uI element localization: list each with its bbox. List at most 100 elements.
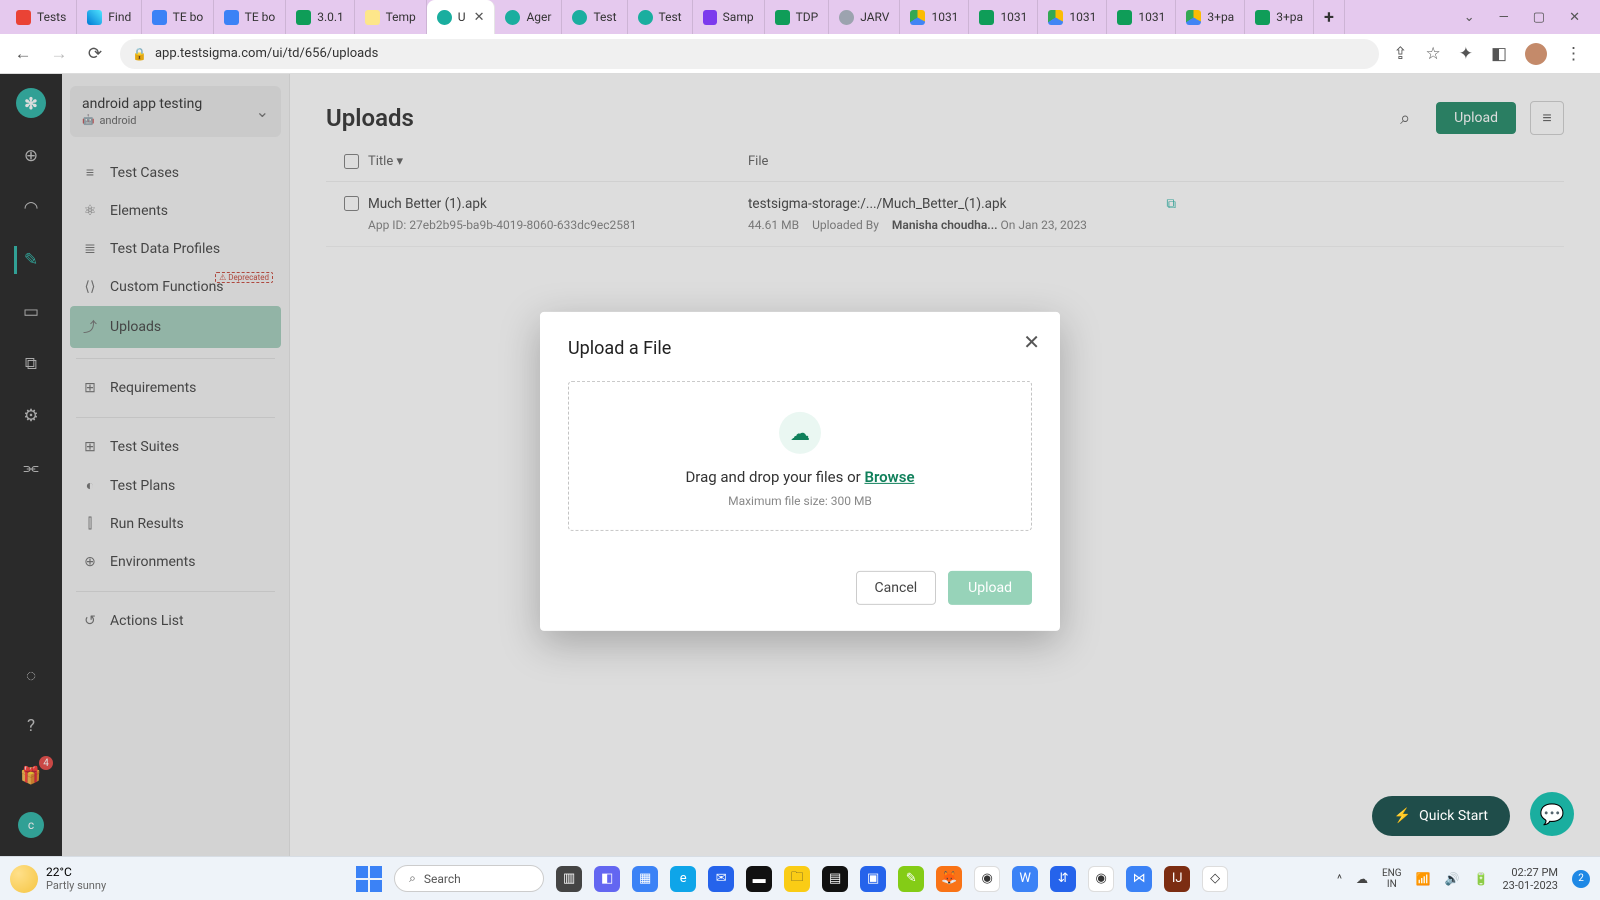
- favicon: [910, 10, 925, 25]
- task-view-icon[interactable]: ▥: [556, 866, 582, 892]
- start-button[interactable]: [356, 866, 382, 892]
- tab-label: 1031: [1069, 10, 1096, 24]
- explorer-icon[interactable]: 🗀: [784, 866, 810, 892]
- favicon: [224, 10, 238, 25]
- new-tab-button[interactable]: +: [1314, 0, 1345, 34]
- maximize-icon[interactable]: ▢: [1533, 10, 1545, 25]
- intellij-icon[interactable]: IJ: [1164, 866, 1190, 892]
- chrome2-icon[interactable]: ◉: [1088, 866, 1114, 892]
- url-text: app.testsigma.com/ui/td/656/uploads: [155, 46, 378, 61]
- clock[interactable]: 02:27 PM23-01-2023: [1502, 866, 1558, 892]
- browser-tab[interactable]: Samp: [693, 0, 765, 34]
- taskbar-app-5[interactable]: ◇: [1202, 866, 1228, 892]
- extensions-icon[interactable]: ✦: [1459, 44, 1473, 64]
- favicon: [152, 10, 166, 25]
- browser-addressbar: ← → ⟳ 🔒 app.testsigma.com/ui/td/656/uplo…: [0, 34, 1600, 74]
- sidepanel-icon[interactable]: ◧: [1491, 44, 1507, 64]
- browser-tab[interactable]: 3+pa: [1245, 0, 1314, 34]
- browse-link[interactable]: Browse: [864, 468, 914, 486]
- edge-icon[interactable]: e: [670, 866, 696, 892]
- browser-tab[interactable]: TE bo: [142, 0, 214, 34]
- tab-label: Temp: [386, 10, 416, 24]
- lock-icon: 🔒: [132, 47, 147, 61]
- tab-close-icon[interactable]: ✕: [474, 10, 485, 25]
- taskbar-app-2[interactable]: ▦: [632, 866, 658, 892]
- quick-start-button[interactable]: ⚡Quick Start: [1372, 796, 1510, 836]
- terminal-icon[interactable]: ▬: [746, 866, 772, 892]
- kebab-menu-icon[interactable]: ⋮: [1565, 44, 1582, 64]
- tray-chevron-icon[interactable]: ^: [1337, 872, 1342, 886]
- browser-tab[interactable]: 1031: [969, 0, 1038, 34]
- favicon: [296, 10, 311, 25]
- tab-label: 1031: [931, 10, 958, 24]
- browser-tab[interactable]: 3.0.1: [286, 0, 355, 34]
- language-indicator[interactable]: ENGIN: [1382, 868, 1402, 890]
- notepad-icon[interactable]: ▤: [822, 866, 848, 892]
- notification-badge[interactable]: 2: [1572, 870, 1590, 888]
- favicon: [775, 10, 790, 25]
- vscode-icon[interactable]: ⋈: [1126, 866, 1152, 892]
- favicon: [979, 10, 994, 25]
- browser-tab[interactable]: Find: [77, 0, 142, 34]
- browser-tab[interactable]: Test: [628, 0, 693, 34]
- volume-icon[interactable]: 🔊: [1445, 872, 1460, 886]
- app-viewport: ✻ ⊕ ◠ ✎ ▭ ⧉ ⚙ ⫘ ◌ ? 🎁 c android app test…: [0, 74, 1600, 856]
- close-window-icon[interactable]: ✕: [1569, 10, 1580, 25]
- wifi-icon[interactable]: 📶: [1416, 872, 1431, 886]
- url-input[interactable]: 🔒 app.testsigma.com/ui/td/656/uploads: [120, 39, 1379, 69]
- bookmark-icon[interactable]: ☆: [1425, 44, 1440, 64]
- forward-icon[interactable]: →: [48, 44, 70, 64]
- browser-tab[interactable]: TE bo: [214, 0, 286, 34]
- battery-icon[interactable]: 🔋: [1474, 872, 1489, 886]
- search-icon: ⌕: [409, 871, 416, 886]
- browser-tab[interactable]: Test: [562, 0, 627, 34]
- taskbar-app-4[interactable]: ⇵: [1050, 866, 1076, 892]
- chrome-icon[interactable]: ◉: [974, 866, 1000, 892]
- browser-tab[interactable]: Tests: [6, 0, 77, 34]
- browser-tab[interactable]: Temp: [355, 0, 427, 34]
- onedrive-icon[interactable]: ☁: [1356, 872, 1368, 886]
- reload-icon[interactable]: ⟳: [84, 44, 106, 64]
- profile-avatar[interactable]: [1525, 43, 1547, 65]
- favicon: [839, 10, 854, 25]
- browser-tab[interactable]: JARV: [829, 0, 900, 34]
- mail-icon[interactable]: ✉: [708, 866, 734, 892]
- back-icon[interactable]: ←: [12, 44, 34, 64]
- modal-upload-button[interactable]: Upload: [948, 571, 1032, 605]
- close-icon[interactable]: ✕: [1023, 330, 1040, 354]
- cancel-button[interactable]: Cancel: [856, 571, 937, 605]
- windows-taskbar: 22°C Partly sunny ⌕Search ▥ ◧ ▦ e ✉ ▬ 🗀 …: [0, 856, 1600, 900]
- cloud-upload-icon: ☁: [779, 412, 821, 454]
- browser-tab[interactable]: 1031: [1038, 0, 1107, 34]
- browser-tab[interactable]: TDP: [765, 0, 830, 34]
- favicon: [638, 10, 653, 25]
- minimize-icon[interactable]: ―: [1499, 10, 1509, 25]
- tabs-dropdown-icon[interactable]: ⌄: [1464, 10, 1475, 25]
- tab-label: TDP: [796, 10, 819, 24]
- tab-label: TE bo: [245, 10, 276, 24]
- favicon: [437, 10, 452, 25]
- favicon: [1186, 10, 1201, 25]
- weather-widget[interactable]: 22°C Partly sunny: [10, 865, 106, 893]
- word-icon[interactable]: W: [1012, 866, 1038, 892]
- browser-tabbar: TestsFindTE boTE bo3.0.1TempU✕AgerTestTe…: [0, 0, 1600, 34]
- zoom-icon[interactable]: ▣: [860, 866, 886, 892]
- taskbar-search[interactable]: ⌕Search: [394, 865, 544, 892]
- tab-label: Tests: [37, 10, 66, 24]
- favicon: [505, 10, 520, 25]
- taskbar-app-3[interactable]: ✎: [898, 866, 924, 892]
- share-icon[interactable]: ⇪: [1393, 44, 1407, 64]
- favicon: [1255, 10, 1270, 25]
- browser-tab[interactable]: 1031: [900, 0, 969, 34]
- taskbar-app-1[interactable]: ◧: [594, 866, 620, 892]
- file-dropzone[interactable]: ☁ Drag and drop your files or Browse Max…: [568, 381, 1032, 531]
- favicon: [365, 10, 380, 25]
- browser-tab[interactable]: 3+pa: [1176, 0, 1245, 34]
- browser-tab[interactable]: Ager: [495, 0, 562, 34]
- tab-label: 3.0.1: [317, 10, 344, 24]
- firefox-icon[interactable]: 🦊: [936, 866, 962, 892]
- browser-tab[interactable]: U✕: [427, 0, 496, 34]
- browser-tab[interactable]: 1031: [1107, 0, 1176, 34]
- weather-icon: [10, 865, 38, 893]
- chat-fab[interactable]: 💬: [1530, 792, 1574, 836]
